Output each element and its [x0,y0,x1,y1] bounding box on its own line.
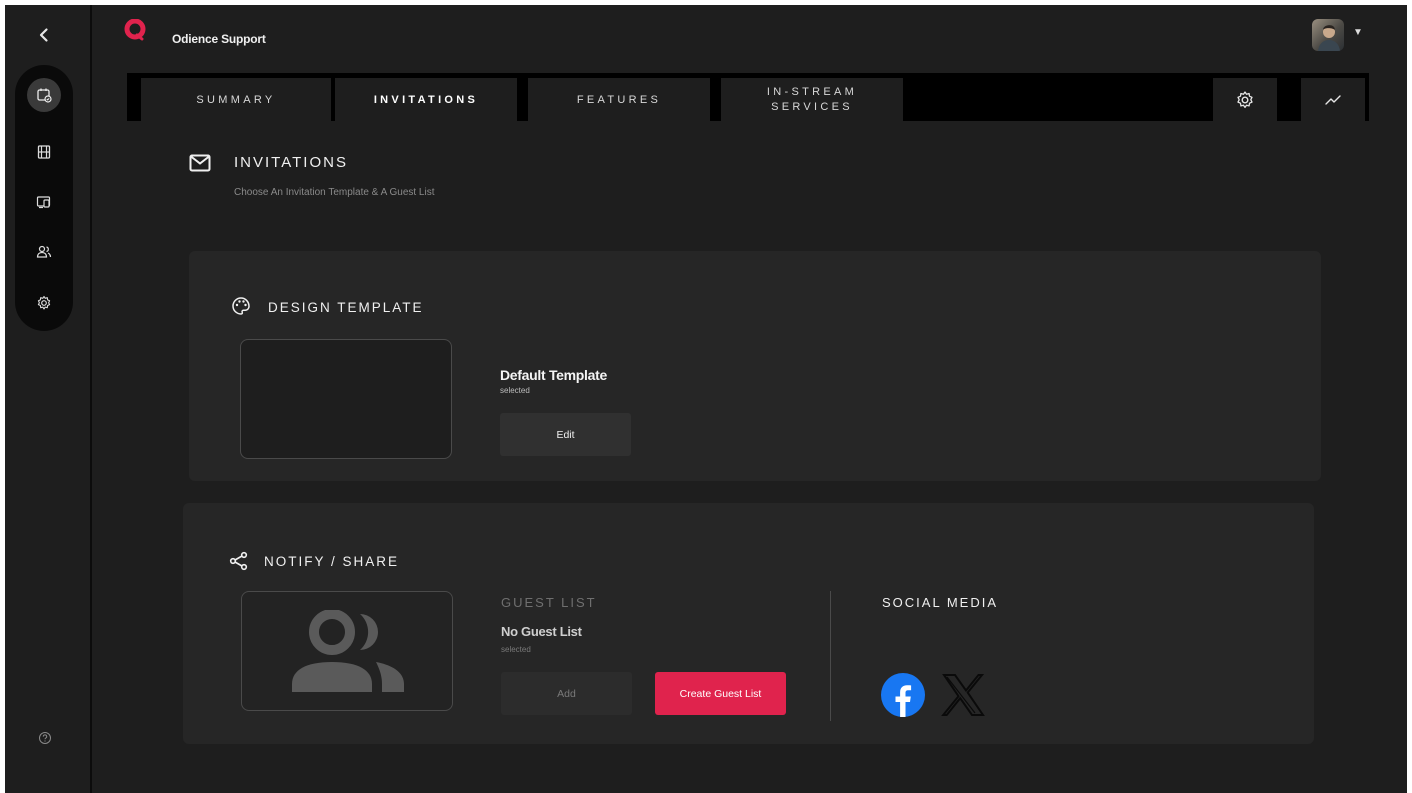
tab-features[interactable]: FEATURES [528,78,710,121]
rail-nav [15,65,73,331]
rail-item-media[interactable] [31,139,57,165]
page-title: INVITATIONS [234,154,348,171]
rail-item-settings[interactable] [31,290,57,316]
gear-icon [37,295,51,310]
guest-list-value: No Guest List [501,624,582,639]
users-icon [292,610,404,692]
design-template-card: DESIGN TEMPLATE Default Template selecte… [189,251,1321,481]
gear-icon [1237,90,1253,108]
help-circle-icon[interactable] [38,731,52,745]
notify-share-title: NOTIFY / SHARE [264,554,400,569]
rail-item-devices[interactable] [31,189,57,215]
trend-icon [1325,94,1341,105]
palette-icon [232,297,250,315]
page-subtitle: Choose An Invitation Template & A Guest … [234,187,435,198]
social-media-heading: SOCIAL MEDIA [882,595,998,610]
facebook-icon[interactable] [881,673,925,717]
devices-icon [36,196,51,209]
tab-label-line2: SERVICES [771,100,853,113]
rail-item-events[interactable] [27,78,61,112]
tab-label-line1: IN-STREAM [766,85,858,98]
film-icon [37,145,51,159]
left-rail [5,5,92,793]
notify-share-card: NOTIFY / SHARE GUEST LIST No Guest List … [183,503,1314,744]
guest-list-status: selected [501,645,531,654]
tab-settings[interactable] [1213,78,1277,121]
x-icon[interactable] [941,673,985,717]
tab-analytics[interactable] [1301,78,1365,121]
design-template-title: DESIGN TEMPLATE [268,300,424,315]
rail-item-users[interactable] [31,239,57,265]
share-icon [229,551,248,571]
vertical-divider [830,591,831,721]
odience-logo [124,19,146,41]
user-avatar[interactable] [1312,19,1344,51]
app-frame: Odience Support ▼ SUMMARY INVITATIONS FE… [5,5,1407,793]
users-icon [36,245,52,258]
tab-bar: SUMMARY INVITATIONS FEATURES IN-STREAM S… [127,73,1369,121]
edit-template-button[interactable]: Edit [500,413,631,456]
back-chevron-icon[interactable] [36,27,52,43]
template-name: Default Template [500,367,607,383]
template-preview[interactable] [240,339,452,459]
caret-down-icon[interactable]: ▼ [1353,27,1363,38]
create-guest-list-button[interactable]: Create Guest List [655,672,786,715]
guest-list-heading: GUEST LIST [501,595,597,610]
top-header: Odience Support ▼ [94,5,1407,65]
guest-list-preview [241,591,453,711]
tab-summary[interactable]: SUMMARY [141,78,331,121]
template-status: selected [500,386,530,395]
envelope-icon [189,154,211,172]
app-title: Odience Support [172,32,266,46]
tab-invitations[interactable]: INVITATIONS [335,78,517,121]
calendar-check-icon [37,88,52,103]
tab-in-stream-services[interactable]: IN-STREAM SERVICES [721,78,903,121]
add-guest-list-button[interactable]: Add [501,672,632,715]
